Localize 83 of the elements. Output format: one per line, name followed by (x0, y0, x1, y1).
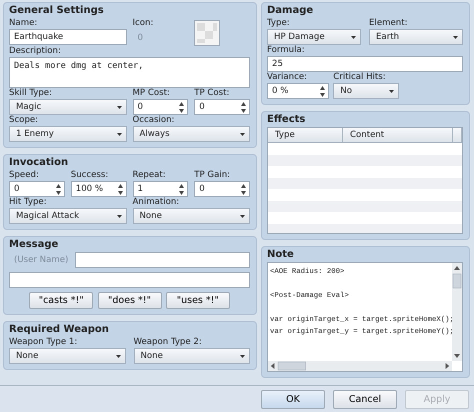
field-label: Success: (70, 170, 110, 181)
dropdown[interactable]: 1 Enemy (9, 126, 126, 142)
field-label: Formula: (267, 45, 306, 56)
dropdown[interactable]: Always (132, 126, 250, 142)
message-button[interactable]: "does *!" (98, 292, 162, 309)
text-field[interactable]: Earthquake (9, 29, 126, 45)
caret-icon (116, 354, 120, 358)
message-button[interactable]: "uses *!" (166, 292, 230, 309)
field-label: Scope: (9, 115, 40, 126)
field-label: Occasion: (132, 115, 176, 126)
column-header: Type (268, 128, 343, 142)
caret-icon (240, 214, 245, 218)
field-label: Weapon Type 2: (134, 337, 203, 348)
column-header: Content (343, 128, 453, 142)
dropdown[interactable]: HP Damage (267, 29, 361, 45)
table-row[interactable] (268, 154, 462, 166)
dropdown[interactable]: Magical Attack (9, 208, 126, 224)
field-label: Type: (267, 18, 291, 29)
spinner-icon (179, 184, 184, 194)
caret-icon (116, 106, 122, 108)
field-label: Critical Hits: (333, 72, 387, 83)
spin-field[interactable]: 1 (132, 181, 188, 197)
spinner-icon (320, 86, 325, 96)
spin-field[interactable]: 0 (132, 99, 188, 115)
caret-icon (240, 354, 245, 358)
field-label: Element: (369, 18, 408, 29)
panel-title: Invocation (9, 156, 70, 170)
field-label: Icon: (132, 18, 154, 29)
panel-title: Required Weapon (9, 323, 110, 337)
horizontal-scrollbar[interactable] (268, 361, 452, 371)
caret-icon (240, 132, 245, 136)
spinner-icon (118, 184, 122, 194)
text-field[interactable]: 25 (267, 56, 463, 72)
caret-icon (453, 36, 458, 38)
vertical-scrollbar[interactable] (452, 263, 462, 361)
field-label: TP Gain: (194, 170, 232, 181)
field-label: TP Cost: (194, 88, 230, 99)
icon-preview[interactable] (194, 20, 220, 46)
text-field[interactable] (9, 272, 250, 288)
text-field[interactable] (75, 252, 250, 268)
spinner-icon (56, 184, 61, 194)
field-label: Skill Type: (9, 88, 53, 99)
description-field[interactable]: Deals more dmg at center, (9, 57, 250, 88)
field-label: (User Name) (13, 254, 70, 266)
dialog-button[interactable]: Cancel (333, 390, 397, 408)
dropdown[interactable]: Earth (369, 29, 463, 45)
panel-title: Effects (267, 113, 306, 127)
caret-icon (351, 36, 356, 38)
icon-index: 0 (136, 32, 144, 45)
caret-icon (389, 90, 394, 92)
panel-title: Damage (267, 4, 314, 18)
spin-field[interactable]: 0 (194, 181, 250, 197)
dropdown[interactable]: None (132, 208, 250, 224)
spinner-icon (179, 102, 184, 112)
caret-icon (116, 132, 122, 136)
field-label: Name: (9, 18, 38, 29)
dropdown[interactable]: Magic (9, 99, 126, 115)
spinner-icon (241, 102, 246, 112)
message-button[interactable]: "casts *!" (29, 292, 94, 309)
dropdown[interactable]: No (333, 83, 400, 99)
spin-field[interactable]: 100 % (70, 181, 126, 197)
table-row[interactable] (268, 224, 462, 233)
field-label: Animation: (132, 197, 180, 208)
caret-icon (116, 214, 122, 218)
spin-field[interactable]: 0 (194, 99, 250, 115)
table-row[interactable] (268, 200, 462, 212)
spinner-icon (241, 184, 246, 194)
table-row[interactable] (268, 178, 462, 189)
panel-title: General Settings (9, 4, 105, 18)
dropdown[interactable]: None (9, 348, 126, 364)
spin-field[interactable]: 0 (9, 181, 65, 197)
panel-title: Message (9, 238, 60, 252)
dropdown[interactable]: None (134, 348, 250, 364)
field-label: MP Cost: (132, 88, 171, 99)
panel-title: Note (267, 248, 295, 262)
field-label: Weapon Type 1: (9, 337, 78, 348)
dialog-button[interactable]: OK (261, 390, 325, 408)
field-label: Speed: (9, 170, 40, 181)
field-label: Description: (9, 46, 62, 57)
field-label: Variance: (267, 72, 308, 83)
field-label: Hit Type: (9, 197, 48, 208)
field-label: Repeat: (132, 170, 167, 181)
spin-field[interactable]: 0 % (267, 83, 329, 99)
